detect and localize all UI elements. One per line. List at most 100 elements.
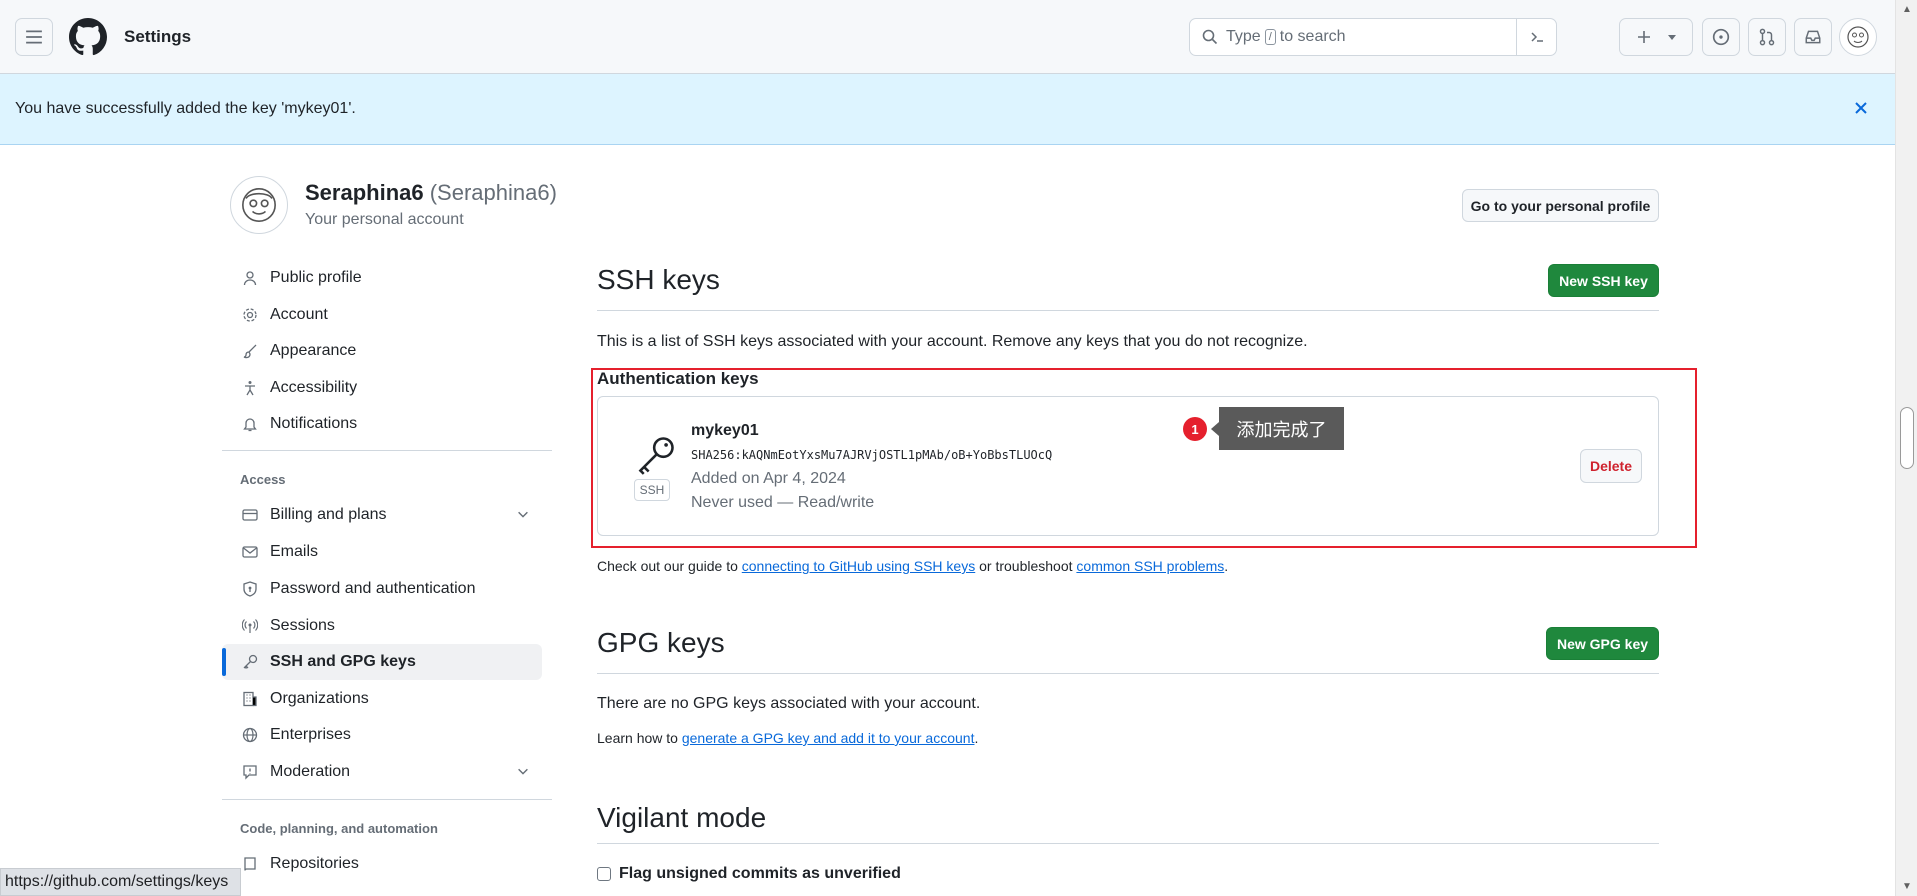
sidebar-item-ssh-gpg-keys[interactable]: SSH and GPG keys [222, 644, 542, 680]
guide-middle: or troubleshoot [979, 558, 1073, 574]
sidebar-item-appearance[interactable]: Appearance [222, 333, 542, 369]
ssh-key-name: mykey01 [691, 422, 759, 439]
sidebar-item-organizations[interactable]: Organizations [222, 681, 542, 717]
hamburger-icon [26, 30, 42, 44]
sidebar-item-public-profile[interactable]: Public profile [222, 260, 542, 296]
vigilant-checkbox-label[interactable]: Flag unsigned commits as unverified [619, 865, 901, 882]
search-input[interactable]: Type / to search [1189, 18, 1557, 56]
sidebar-divider [222, 799, 552, 800]
vigilant-mode-heading: Vigilant mode [597, 802, 767, 833]
globe-icon [240, 725, 260, 745]
search-icon [1202, 29, 1218, 45]
flash-message: You have successfully added the key 'myk… [15, 100, 356, 117]
github-logo-icon[interactable] [69, 18, 107, 56]
ssh-key-fingerprint: SHA256:kAQNmEotYxsMu7AJRVjOSTL1pMAb/oB+Y… [691, 448, 1053, 462]
ssh-problems-link[interactable]: common SSH problems [1076, 558, 1224, 574]
ssh-key-usage: Never used — Read/write [691, 494, 875, 511]
organization-icon [240, 689, 260, 709]
account-subtitle: Your personal account [305, 211, 464, 228]
ssh-description: This is a list of SSH keys associated wi… [597, 333, 1308, 350]
ssh-keys-heading: SSH keys [597, 264, 720, 295]
account-display-name: Seraphina6 [305, 180, 424, 205]
close-icon[interactable] [1850, 97, 1872, 119]
sidebar-item-label: Organizations [270, 690, 369, 707]
sidebar-item-password[interactable]: Password and authentication [222, 571, 542, 607]
sidebar-item-label: Public profile [270, 269, 362, 286]
chevron-down-icon[interactable] [516, 507, 530, 521]
broadcast-icon [240, 616, 260, 636]
section-divider [597, 843, 1659, 844]
shield-lock-icon [240, 579, 260, 599]
avatar-icon [1847, 26, 1869, 48]
search-suffix: to search [1279, 28, 1346, 45]
chevron-down-icon[interactable] [516, 764, 530, 778]
bell-icon [240, 414, 260, 434]
section-divider [597, 310, 1659, 311]
triangle-down-icon [1667, 35, 1676, 40]
new-gpg-key-button[interactable]: New GPG key [1546, 627, 1659, 660]
ssh-type-label: SSH [634, 479, 670, 501]
sidebar-group-code: Code, planning, and automation [240, 821, 438, 836]
scroll-down-arrow-icon[interactable]: ▼ [1902, 881, 1912, 892]
link-preview-statusbar: https://github.com/settings/keys [0, 868, 242, 896]
sidebar-item-label: SSH and GPG keys [270, 653, 416, 670]
search-prefix: Type [1226, 28, 1261, 45]
inbox-button[interactable] [1794, 18, 1832, 56]
pull-request-icon [1759, 28, 1775, 46]
report-icon [240, 762, 260, 782]
vigilant-mode-checkbox[interactable] [597, 866, 611, 881]
pull-requests-button[interactable] [1748, 18, 1786, 56]
ssh-key-added-date: Added on Apr 4, 2024 [691, 470, 846, 487]
command-palette-button[interactable] [1516, 19, 1556, 55]
create-new-button[interactable] [1619, 18, 1693, 56]
sidebar-item-label: Account [270, 306, 328, 323]
annotation-number-badge: 1 [1183, 417, 1207, 441]
user-avatar-menu[interactable] [1839, 18, 1877, 56]
mail-icon [240, 542, 260, 562]
key-icon [240, 652, 260, 672]
sidebar-item-emails[interactable]: Emails [222, 534, 542, 570]
avatar-icon [242, 188, 276, 222]
gpg-guide-link[interactable]: generate a GPG key and add it to your ac… [682, 730, 975, 746]
go-to-profile-button[interactable]: Go to your personal profile [1462, 189, 1659, 222]
sidebar-item-label: Moderation [270, 763, 351, 780]
person-icon [240, 268, 260, 288]
sidebar-group-access: Access [240, 472, 286, 487]
terminal-icon [1530, 32, 1543, 42]
account-name: Seraphina6 (Seraphina6) [305, 180, 557, 206]
guide-prefix: Check out our guide to [597, 558, 738, 574]
sidebar-item-accessibility[interactable]: Accessibility [222, 370, 542, 406]
account-login: (Seraphina6) [429, 180, 557, 205]
header-title[interactable]: Settings [124, 27, 191, 47]
paintbrush-icon [240, 341, 260, 361]
sidebar-item-repositories[interactable]: Repositories [222, 846, 542, 882]
sidebar-item-notifications[interactable]: Notifications [222, 406, 542, 442]
scrollbar-thumb[interactable] [1900, 407, 1914, 469]
ssh-guide-link[interactable]: connecting to GitHub using SSH keys [742, 558, 975, 574]
sidebar-item-enterprises[interactable]: Enterprises [222, 717, 542, 753]
gpg-keys-heading: GPG keys [597, 627, 725, 658]
ssh-key-item: SSH mykey01 SHA256:kAQNmEotYxsMu7AJRVjOS… [597, 396, 1659, 536]
key-icon [638, 437, 674, 475]
sidebar-item-account[interactable]: Account [222, 297, 542, 333]
menu-button[interactable] [15, 18, 53, 56]
learn-prefix: Learn how to [597, 730, 678, 746]
avatar [230, 176, 288, 234]
scroll-up-arrow-icon[interactable]: ▲ [1902, 4, 1912, 15]
sidebar-item-moderation[interactable]: Moderation [222, 754, 542, 790]
issues-button[interactable] [1702, 18, 1740, 56]
section-divider [597, 673, 1659, 674]
sidebar-item-label: Notifications [270, 415, 358, 432]
sidebar-item-billing[interactable]: Billing and plans [222, 497, 542, 533]
issue-icon [1712, 28, 1730, 46]
gpg-description: There are no GPG keys associated with yo… [597, 695, 981, 712]
vigilant-option: Flag unsigned commits as unverified [597, 865, 901, 883]
new-ssh-key-button[interactable]: New SSH key [1548, 264, 1659, 297]
flash-success-banner: You have successfully added the key 'myk… [0, 74, 1895, 145]
annotation-callout: 添加完成了 [1211, 407, 1344, 450]
delete-key-button[interactable]: Delete [1580, 449, 1642, 483]
page-scrollbar[interactable]: ▲ ▼ [1895, 0, 1917, 896]
sidebar-item-sessions[interactable]: Sessions [222, 608, 542, 644]
guide-suffix: . [1224, 558, 1229, 574]
gpg-learn-text: Learn how to generate a GPG key and add … [597, 730, 978, 746]
